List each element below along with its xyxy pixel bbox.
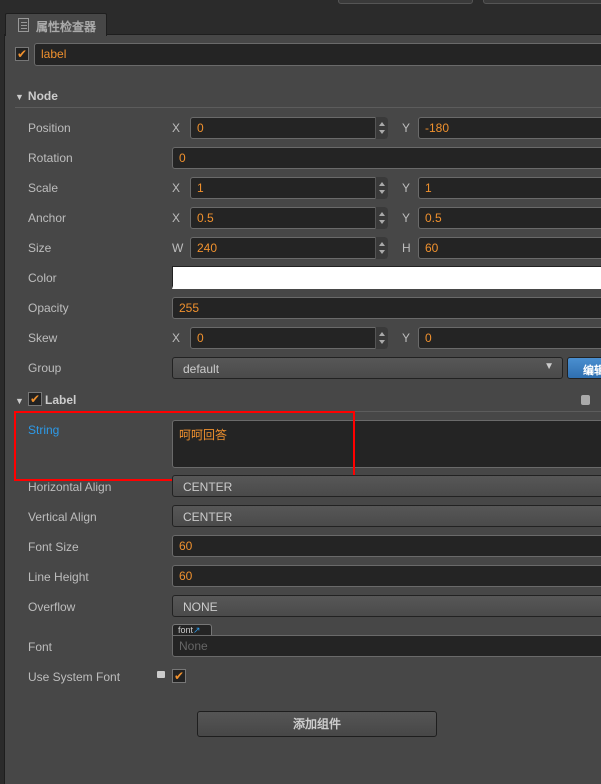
lock-icon xyxy=(157,671,165,678)
rotation-label: Rotation xyxy=(28,151,73,165)
horizontal-align-label: Horizontal Align xyxy=(28,480,112,494)
group-label: Group xyxy=(28,361,62,375)
anchor-label: Anchor xyxy=(28,211,67,225)
node-section-header[interactable]: ▼ Node xyxy=(15,89,58,103)
component-menu-icon[interactable] xyxy=(581,395,590,405)
edit-group-button[interactable]: 编辑 xyxy=(567,357,601,379)
node-active-checkbox[interactable]: ✔ xyxy=(15,47,29,61)
dropdown-arrow-icon: ▼ xyxy=(544,361,554,372)
label-enabled-checkbox[interactable]: ✔ xyxy=(28,392,42,406)
scale-y-input[interactable]: 1 xyxy=(418,177,601,199)
font-asset-field[interactable]: None xyxy=(172,635,601,657)
collapse-arrow-icon: ▼ xyxy=(15,92,24,102)
x-label: X xyxy=(172,211,181,225)
y-label: Y xyxy=(402,211,411,225)
position-x-input[interactable]: 0 xyxy=(190,117,388,139)
color-swatch[interactable] xyxy=(172,266,601,289)
opacity-label: Opacity xyxy=(28,301,69,315)
x-label: X xyxy=(172,181,181,195)
scale-label: Scale xyxy=(28,181,59,195)
font-size-input[interactable]: 60 xyxy=(172,535,601,557)
scale-x-input[interactable]: 1 xyxy=(190,177,388,199)
anchor-x-input[interactable]: 0.5 xyxy=(190,207,388,229)
top-toolbar-button[interactable] xyxy=(483,0,601,4)
spinner[interactable] xyxy=(375,237,388,259)
skew-x-input[interactable]: 0 xyxy=(190,327,388,349)
color-label: Color xyxy=(28,271,57,285)
add-component-button[interactable]: 添加组件 xyxy=(197,711,437,737)
spinner[interactable] xyxy=(375,177,388,199)
node-header-label: Node xyxy=(27,89,58,103)
spinner[interactable] xyxy=(375,117,388,139)
y-label: Y xyxy=(402,331,411,345)
size-label: Size xyxy=(28,241,52,255)
size-w-input[interactable]: 240 xyxy=(190,237,388,259)
position-label: Position xyxy=(28,121,71,135)
font-size-label: Font Size xyxy=(28,540,79,554)
overflow-label: Overflow xyxy=(28,600,76,614)
x-label: X xyxy=(172,331,181,345)
h-label: H xyxy=(402,241,411,255)
divider xyxy=(15,107,601,108)
use-system-font-label: Use System Font xyxy=(28,670,121,684)
anchor-y-input[interactable]: 0.5 xyxy=(418,207,601,229)
label-header: Label xyxy=(45,393,77,407)
skew-y-input[interactable]: 0 xyxy=(418,327,601,349)
font-label: Font xyxy=(28,640,53,654)
spinner[interactable] xyxy=(375,207,388,229)
collapse-arrow-icon: ▼ xyxy=(15,396,24,406)
w-label: W xyxy=(172,241,184,255)
vertical-align-label: Vertical Align xyxy=(28,510,97,524)
node-name-input[interactable]: label xyxy=(34,43,601,66)
y-label: Y xyxy=(402,121,411,135)
group-value: default xyxy=(183,362,220,376)
line-height-input[interactable]: 60 xyxy=(172,565,601,587)
x-label: X xyxy=(172,121,181,135)
overflow-select[interactable]: NONE xyxy=(172,595,601,617)
highlight-box xyxy=(14,411,355,481)
size-h-input[interactable]: 60 xyxy=(418,237,601,259)
y-label: Y xyxy=(402,181,411,195)
rotation-input[interactable]: 0 xyxy=(172,147,601,169)
font-tag-label: font xyxy=(178,625,194,635)
opacity-input[interactable]: 255 xyxy=(172,297,601,319)
position-y-input[interactable]: -180 xyxy=(418,117,601,139)
horizontal-align-select[interactable]: CENTER xyxy=(172,475,601,497)
skew-label: Skew xyxy=(28,331,58,345)
spinner[interactable] xyxy=(375,327,388,349)
tab-inspector[interactable]: 属性检查器 xyxy=(5,13,107,36)
vertical-align-select[interactable]: CENTER xyxy=(172,505,601,527)
label-section-header[interactable]: ▼ xyxy=(15,393,28,407)
line-height-label: Line Height xyxy=(28,570,89,584)
top-toolbar-button[interactable] xyxy=(338,0,473,4)
tab-label: 属性检查器 xyxy=(36,20,97,34)
use-system-font-checkbox[interactable]: ✔ xyxy=(172,669,186,683)
inspector-icon xyxy=(18,18,29,32)
external-link-icon[interactable]: ↗ xyxy=(193,625,201,635)
group-select[interactable]: default ▼ xyxy=(172,357,563,379)
